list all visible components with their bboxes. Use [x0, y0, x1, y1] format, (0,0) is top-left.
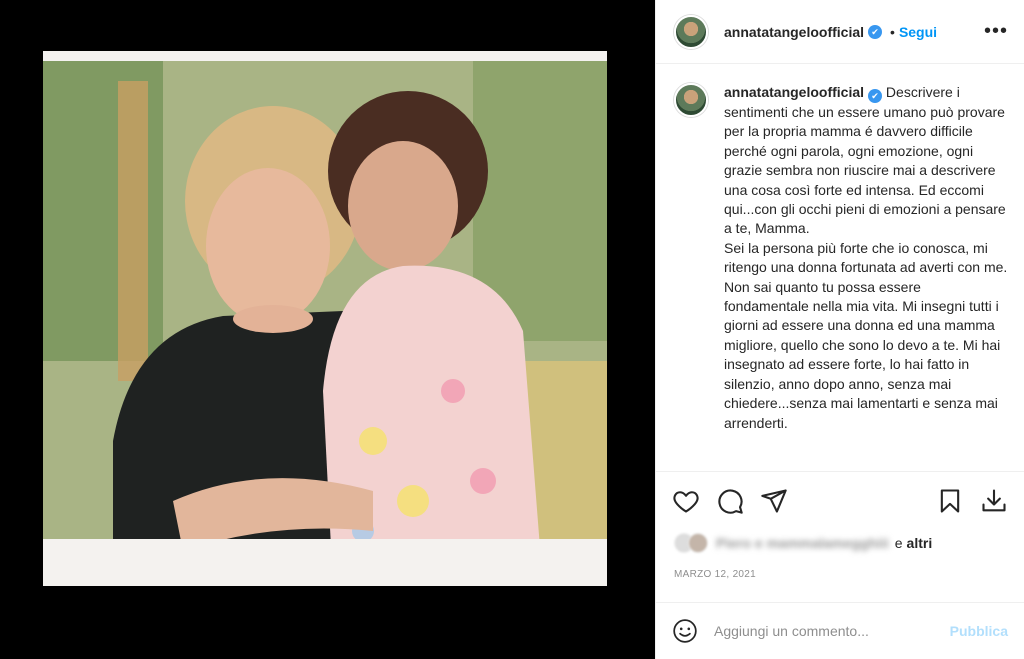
more-options-icon[interactable]: •••	[984, 20, 1008, 43]
likes-summary[interactable]: Piero e mammalamegghiii e altri	[674, 533, 932, 553]
header-username[interactable]: annatatangeloofficial	[724, 24, 864, 40]
bookmark-icon	[940, 488, 960, 513]
verified-badge-icon: ✔	[868, 24, 883, 39]
caption-area[interactable]: annatatangeloofficial ✔ Descrivere i sent…	[656, 65, 1024, 470]
likes-others-link[interactable]: altri	[907, 535, 933, 551]
caption-text: Descrivere i sentimenti che un essere um…	[724, 84, 1008, 431]
post-media	[0, 0, 655, 659]
caption-username[interactable]: annatatangeloofficial	[724, 84, 864, 100]
post-viewer: annatatangeloofficial ✔ • Segui ••• anna…	[0, 0, 1024, 659]
caption-avatar[interactable]	[674, 83, 708, 117]
download-button[interactable]	[980, 487, 1008, 515]
liker-names[interactable]: Piero e mammalamegghiii	[716, 535, 889, 551]
comment-input[interactable]	[714, 623, 950, 639]
send-icon	[761, 488, 787, 513]
caption: annatatangeloofficial ✔ Descrivere i sent…	[724, 83, 1008, 470]
comment-icon	[718, 488, 743, 514]
post-sidebar: annatatangeloofficial ✔ • Segui ••• anna…	[655, 0, 1024, 659]
post-photo[interactable]	[43, 61, 607, 586]
comment-bar: Pubblica	[656, 602, 1024, 659]
comment-button[interactable]	[716, 487, 744, 515]
avatar[interactable]	[674, 14, 708, 49]
post-header: annatatangeloofficial ✔ • Segui •••	[656, 0, 1024, 64]
separator-dot: •	[890, 23, 895, 40]
photo-frame	[43, 51, 607, 586]
share-button[interactable]	[760, 487, 788, 515]
verified-badge-icon: ✔	[868, 89, 883, 103]
likes-conjunction: e	[894, 535, 903, 551]
publish-button[interactable]: Pubblica	[950, 623, 1008, 639]
action-bar	[656, 471, 1024, 529]
smiley-icon[interactable]	[672, 618, 698, 644]
follow-button[interactable]: Segui	[899, 24, 937, 40]
heart-icon	[673, 490, 699, 513]
post-date[interactable]: MARZO 12, 2021	[674, 569, 756, 580]
photo-illustration	[43, 61, 607, 586]
save-button[interactable]	[936, 487, 964, 515]
liker-avatar	[688, 533, 708, 553]
like-button[interactable]	[672, 487, 700, 515]
download-icon	[982, 488, 1006, 511]
